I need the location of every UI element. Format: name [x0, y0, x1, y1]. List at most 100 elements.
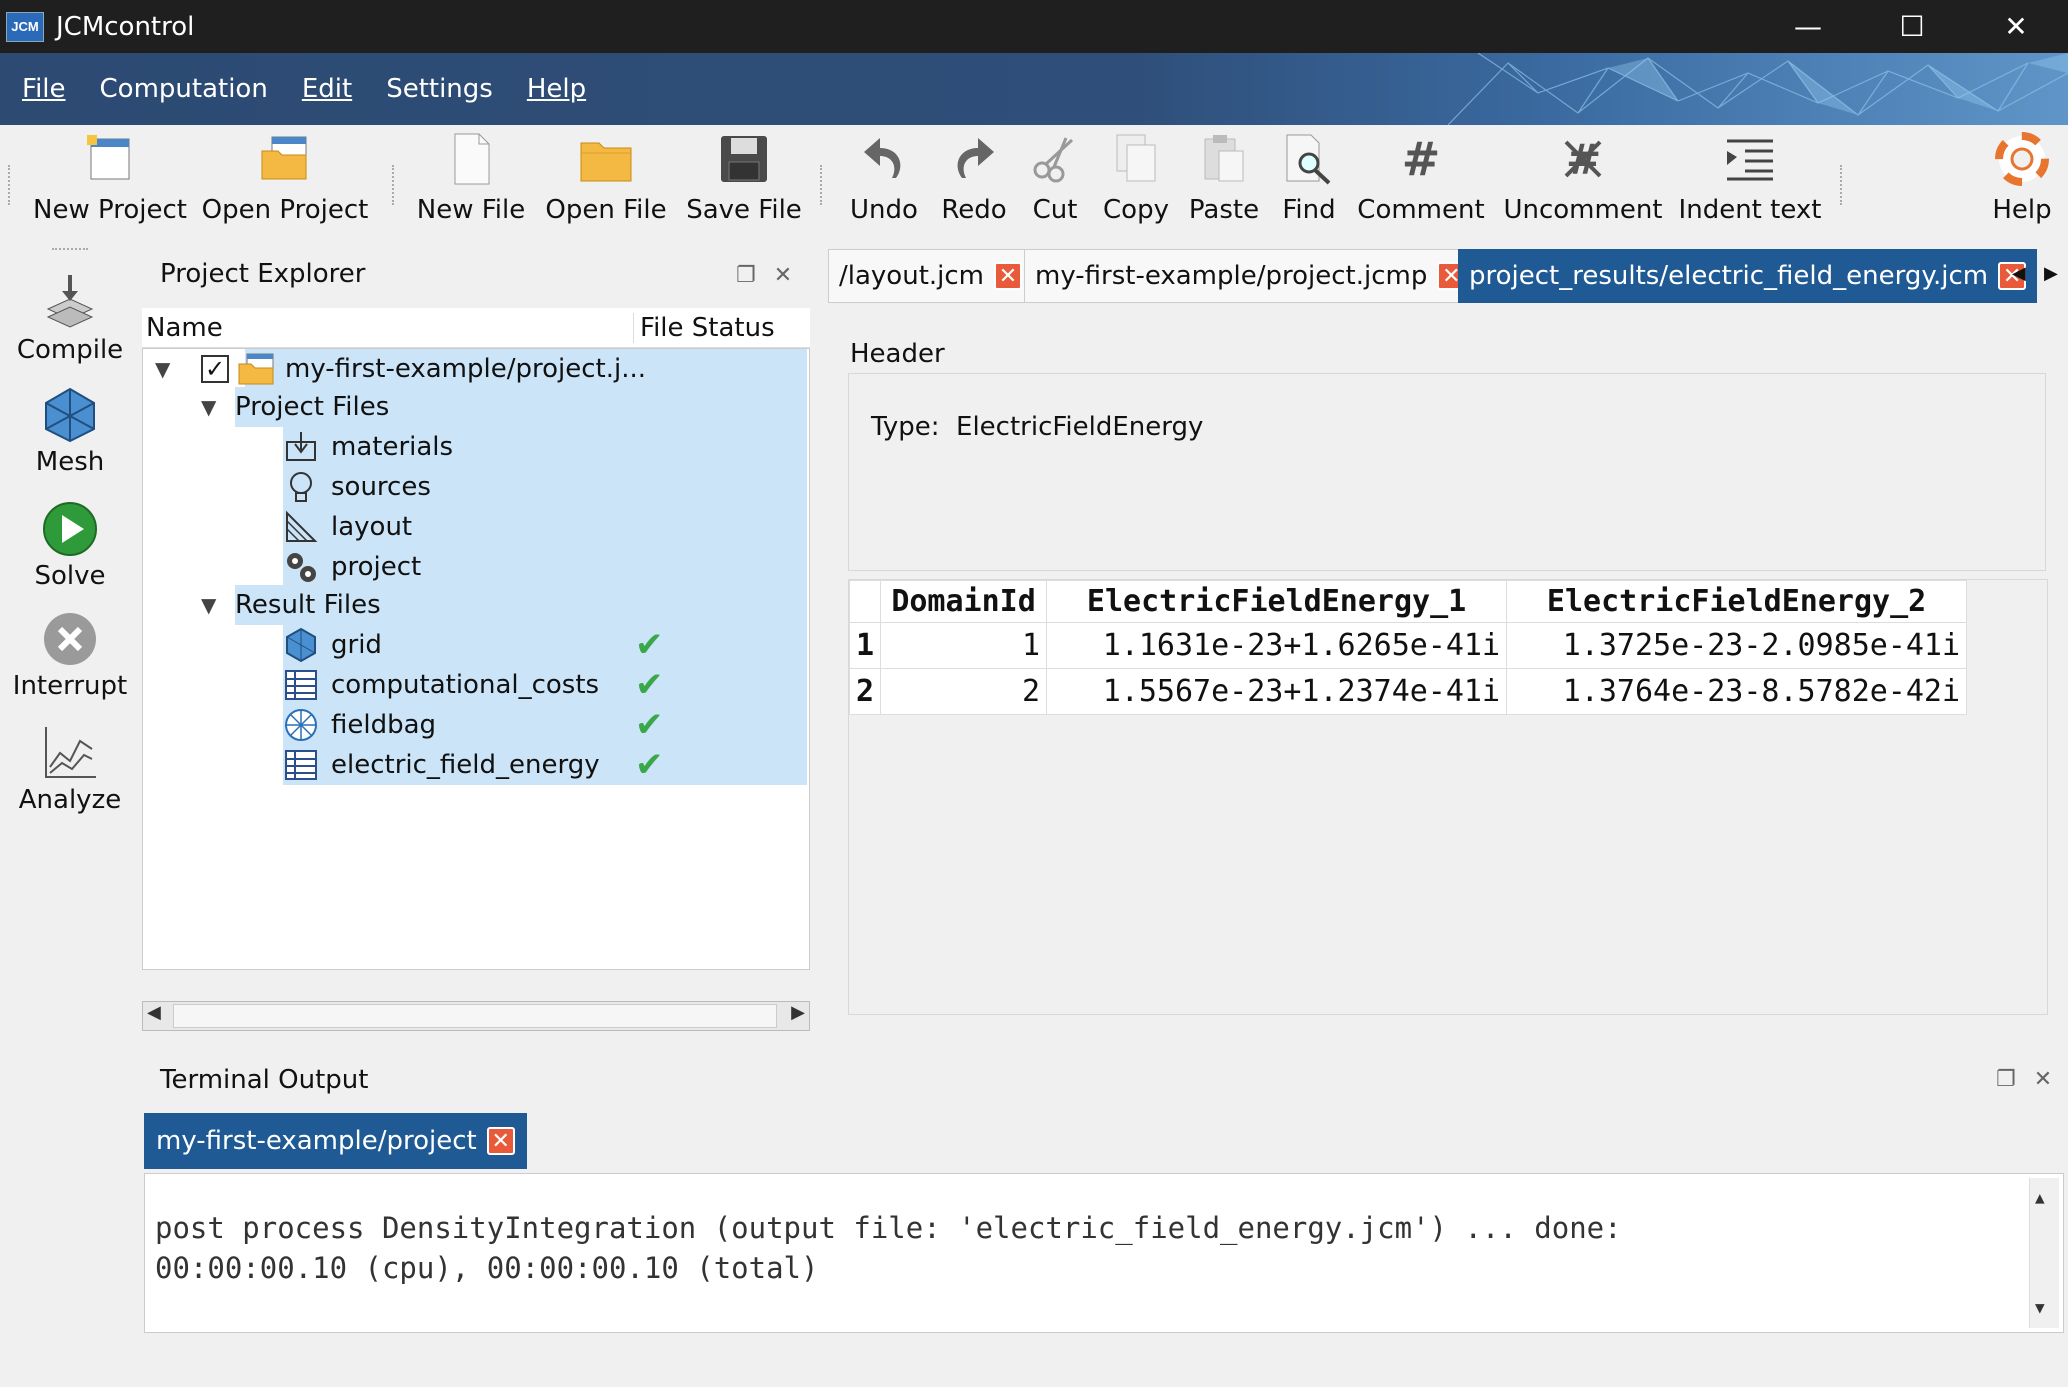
- layout-icon: [286, 510, 318, 542]
- table-cell[interactable]: 1.1631e-23+1.6265e-41i: [1046, 622, 1508, 669]
- table-cell[interactable]: 2: [880, 668, 1048, 715]
- float-icon[interactable]: ❐: [736, 263, 756, 288]
- column-header[interactable]: ElectricFieldEnergy_1: [1046, 580, 1508, 623]
- collapse-arrow-icon[interactable]: ▼: [155, 357, 189, 381]
- solve-button[interactable]: Solve: [0, 499, 140, 591]
- tree-item-sources[interactable]: sources: [283, 467, 807, 507]
- terminal-header: Terminal Output ❐ ✕: [140, 1055, 2068, 1105]
- comment-button[interactable]: # Comment: [1356, 125, 1486, 243]
- tabs-scroll-left-icon[interactable]: ◀: [2012, 263, 2026, 284]
- new-project-button[interactable]: New Project: [33, 125, 187, 243]
- collapse-arrow-icon[interactable]: ▼: [201, 593, 216, 617]
- toolbar-grip[interactable]: [1840, 165, 1844, 205]
- minimize-button[interactable]: —: [1756, 0, 1860, 53]
- menu-computation[interactable]: Computation: [100, 74, 268, 104]
- cut-button[interactable]: Cut: [1020, 125, 1090, 243]
- sidebar-grip[interactable]: [52, 248, 88, 250]
- mesh-button[interactable]: Mesh: [0, 385, 140, 477]
- undo-icon: [854, 125, 914, 193]
- checkbox[interactable]: ✓: [201, 355, 229, 383]
- column-header[interactable]: DomainId: [880, 580, 1048, 623]
- scissors-icon: [1025, 125, 1085, 193]
- save-file-button[interactable]: Save File: [686, 125, 802, 243]
- toolbar: New Project Open Project New File Open F…: [0, 125, 2068, 243]
- close-button[interactable]: ✕: [1964, 0, 2068, 53]
- type-line: Type: ElectricFieldEnergy: [871, 412, 1204, 442]
- tabs-scroll-right-icon[interactable]: ▶: [2044, 263, 2058, 284]
- scroll-right-icon[interactable]: ▶: [791, 1002, 805, 1023]
- lifebuoy-icon: [1992, 125, 2052, 193]
- column-header[interactable]: ElectricFieldEnergy_2: [1506, 580, 1968, 623]
- open-file-button[interactable]: Open File: [545, 125, 667, 243]
- col-name[interactable]: Name: [142, 312, 634, 343]
- tree-root[interactable]: ▼ ✓ my-first-example/project.j...: [155, 349, 646, 389]
- scroll-up-icon[interactable]: ▲: [2035, 1178, 2045, 1218]
- terminal-tab[interactable]: my-first-example/project ✕: [144, 1113, 527, 1169]
- tree-item-grid[interactable]: grid ✔: [283, 625, 807, 665]
- row-header[interactable]: 1: [848, 622, 882, 669]
- undo-button[interactable]: Undo: [842, 125, 926, 243]
- table-row: 1 1 1.1631e-23+1.6265e-41i 1.3725e-23-2.…: [848, 622, 1968, 669]
- close-tab-icon[interactable]: ✕: [994, 262, 1022, 290]
- tree-item-project[interactable]: project: [283, 547, 807, 587]
- action-sidebar: Compile Mesh Solve Interrupt Analyze: [0, 243, 140, 1387]
- analyze-button[interactable]: Analyze: [0, 723, 140, 815]
- tab-electric-field-energy[interactable]: project_results/electric_field_energy.jc…: [1458, 249, 2038, 303]
- tree-group-project-files[interactable]: ▼ Project Files: [201, 387, 807, 427]
- interrupt-button[interactable]: Interrupt: [0, 609, 140, 701]
- terminal-text[interactable]: post process DensityIntegration (output …: [144, 1173, 2064, 1333]
- collapse-arrow-icon[interactable]: ▼: [201, 395, 216, 419]
- tree-item-computational-costs[interactable]: computational_costs ✔: [283, 665, 807, 705]
- vertical-scrollbar[interactable]: ▲ ▼: [2029, 1178, 2059, 1328]
- close-icon[interactable]: ✕: [774, 263, 792, 288]
- tab-layout[interactable]: /layout.jcm ✕: [828, 249, 1033, 303]
- redo-icon: [944, 125, 1004, 193]
- compile-icon: [46, 275, 94, 328]
- uncomment-button[interactable]: # Uncomment: [1500, 125, 1666, 243]
- grid-mesh-icon: [286, 627, 316, 663]
- close-icon[interactable]: ✕: [2034, 1067, 2052, 1092]
- copy-button[interactable]: Copy: [1096, 125, 1176, 243]
- tab-project[interactable]: my-first-example/project.jcmp ✕: [1024, 249, 1477, 303]
- tree-item-fieldbag[interactable]: fieldbag ✔: [283, 705, 807, 745]
- tree-item-layout[interactable]: layout: [283, 507, 807, 547]
- scroll-down-icon[interactable]: ▼: [2035, 1288, 2045, 1328]
- indent-text-button[interactable]: Indent text: [1679, 125, 1821, 243]
- close-tab-icon[interactable]: ✕: [486, 1127, 515, 1155]
- menu-file[interactable]: File: [22, 74, 66, 104]
- col-file-status[interactable]: File Status: [634, 313, 775, 343]
- row-header[interactable]: 2: [848, 668, 882, 715]
- materials-icon: [286, 432, 316, 461]
- tree-body: ▼ ✓ my-first-example/project.j... ▼ Proj…: [142, 348, 810, 970]
- status-ok-icon: ✔: [635, 625, 664, 665]
- toolbar-grip[interactable]: [8, 165, 12, 205]
- compile-button[interactable]: Compile: [0, 273, 140, 365]
- results-table: DomainId ElectricFieldEnergy_1 ElectricF…: [848, 580, 1968, 715]
- scroll-thumb[interactable]: [173, 1004, 777, 1028]
- table-cell[interactable]: 1.3725e-23-2.0985e-41i: [1506, 622, 1968, 669]
- horizontal-scrollbar[interactable]: ◀ ▶: [142, 1001, 810, 1031]
- help-button[interactable]: Help: [1980, 125, 2064, 243]
- menu-help[interactable]: Help: [527, 74, 586, 104]
- tree-root-label: my-first-example/project.j...: [285, 354, 647, 384]
- menu-edit[interactable]: Edit: [302, 74, 352, 104]
- toolbar-grip[interactable]: [820, 165, 824, 205]
- tree-group-result-files[interactable]: ▼ Result Files: [201, 585, 807, 625]
- find-icon: [1279, 125, 1339, 193]
- redo-button[interactable]: Redo: [932, 125, 1016, 243]
- scroll-left-icon[interactable]: ◀: [147, 1002, 161, 1023]
- new-file-button[interactable]: New File: [416, 125, 526, 243]
- table-cell[interactable]: 1.5567e-23+1.2374e-41i: [1046, 668, 1508, 715]
- tree-item-electric-field-energy[interactable]: electric_field_energy ✔: [283, 745, 807, 785]
- tree-item-materials[interactable]: materials: [283, 427, 807, 467]
- menu-settings[interactable]: Settings: [386, 74, 493, 104]
- find-button[interactable]: Find: [1270, 125, 1348, 243]
- table-cell[interactable]: 1.3764e-23-8.5782e-42i: [1506, 668, 1968, 715]
- paste-button[interactable]: Paste: [1184, 125, 1264, 243]
- gears-icon: [287, 553, 316, 582]
- open-project-button[interactable]: Open Project: [202, 125, 368, 243]
- toolbar-grip[interactable]: [392, 165, 396, 205]
- table-cell[interactable]: 1: [880, 622, 1048, 669]
- maximize-button[interactable]: ☐: [1860, 0, 1964, 53]
- float-icon[interactable]: ❐: [1996, 1067, 2016, 1092]
